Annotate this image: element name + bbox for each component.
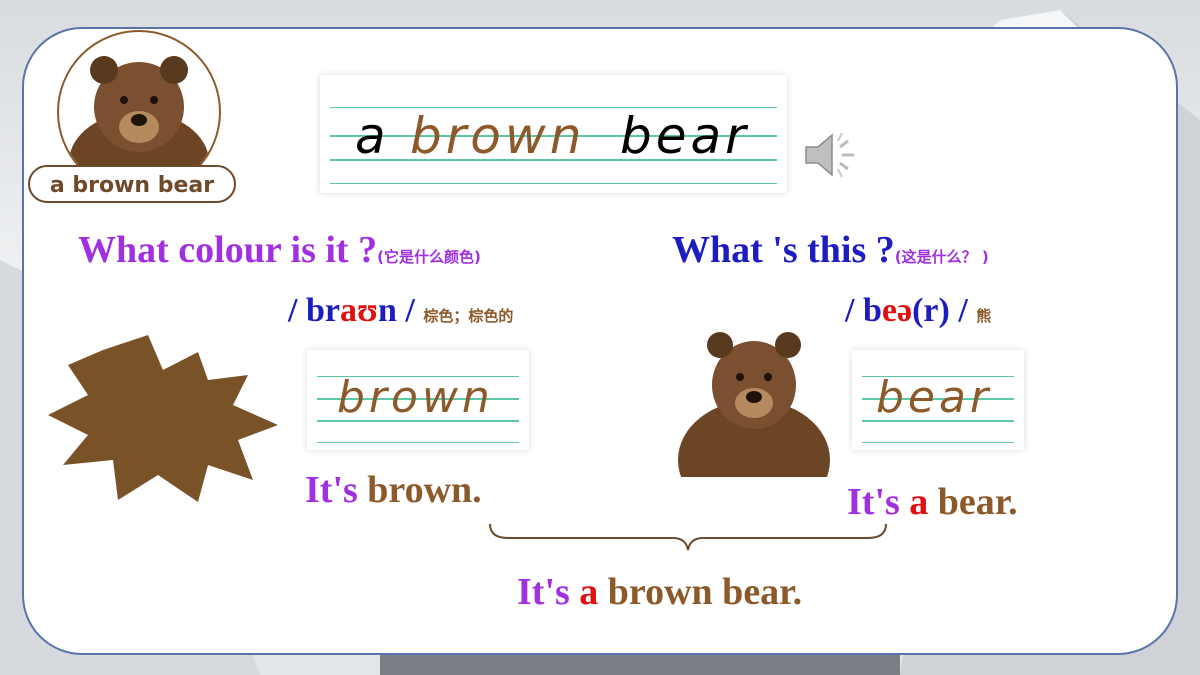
question-colour-cn: (它是什么颜色) — [377, 248, 481, 266]
ipa-part: br — [305, 292, 340, 329]
brown-writing-box: brown — [307, 350, 529, 450]
curly-brace — [489, 523, 887, 551]
ipa-bear: / beə(r) / 熊 — [845, 292, 991, 330]
ipa-vowel: eə — [881, 292, 913, 329]
question-what-cn: (这是什么？ ) — [894, 248, 989, 266]
question-what-text: What 's this ? — [672, 229, 895, 271]
handwriting-a: a — [355, 107, 390, 165]
ipa-slash: / — [845, 292, 863, 329]
bear-writing-box: bear — [852, 350, 1024, 450]
question-colour: What colour is it ?(它是什么颜色) — [78, 228, 481, 272]
handwriting-bear-word: bear — [876, 372, 993, 423]
sentence-its-brown: It's brown. — [305, 468, 482, 512]
ipa-part: (r) — [912, 292, 950, 329]
ipa-brown: / braʊn / 棕色；棕色的 — [288, 292, 513, 330]
its-word: It's — [305, 469, 358, 511]
ipa-slash: / — [396, 292, 415, 329]
article-a: a — [569, 571, 599, 613]
main-writing-box: a brown bear — [320, 75, 787, 193]
its-word: It's — [517, 571, 570, 613]
sentence-final: It's a brown bear. — [517, 570, 802, 614]
handwriting-brown-word: brown — [337, 372, 494, 423]
question-what: What 's this ?(这是什么？ ) — [672, 228, 989, 272]
ipa-slash: / — [288, 292, 306, 329]
ipa-part: n — [377, 292, 397, 329]
ipa-bear-cn: 熊 — [976, 307, 992, 325]
bear-word: bear. — [928, 481, 1018, 523]
ipa-part: b — [862, 292, 882, 329]
sentence-its-bear: It's a bear. — [847, 480, 1018, 524]
brown-word: brown. — [357, 469, 482, 511]
ipa-brown-cn: 棕色；棕色的 — [423, 307, 514, 325]
bear-photo — [678, 332, 830, 477]
handwriting-bear: bear — [620, 107, 750, 165]
handwriting-brown: brown — [410, 107, 586, 165]
bear-tag-label: a brown bear — [28, 165, 236, 203]
ipa-vowel: aʊ — [339, 292, 378, 329]
article-a: a — [899, 481, 929, 523]
its-word: It's — [847, 481, 900, 523]
question-colour-text: What colour is it ? — [78, 229, 378, 271]
speaker-icon[interactable] — [802, 125, 862, 185]
ipa-slash: / — [949, 292, 968, 329]
brown-star-shape — [48, 335, 278, 502]
brown-bear-words: brown bear. — [598, 571, 803, 613]
